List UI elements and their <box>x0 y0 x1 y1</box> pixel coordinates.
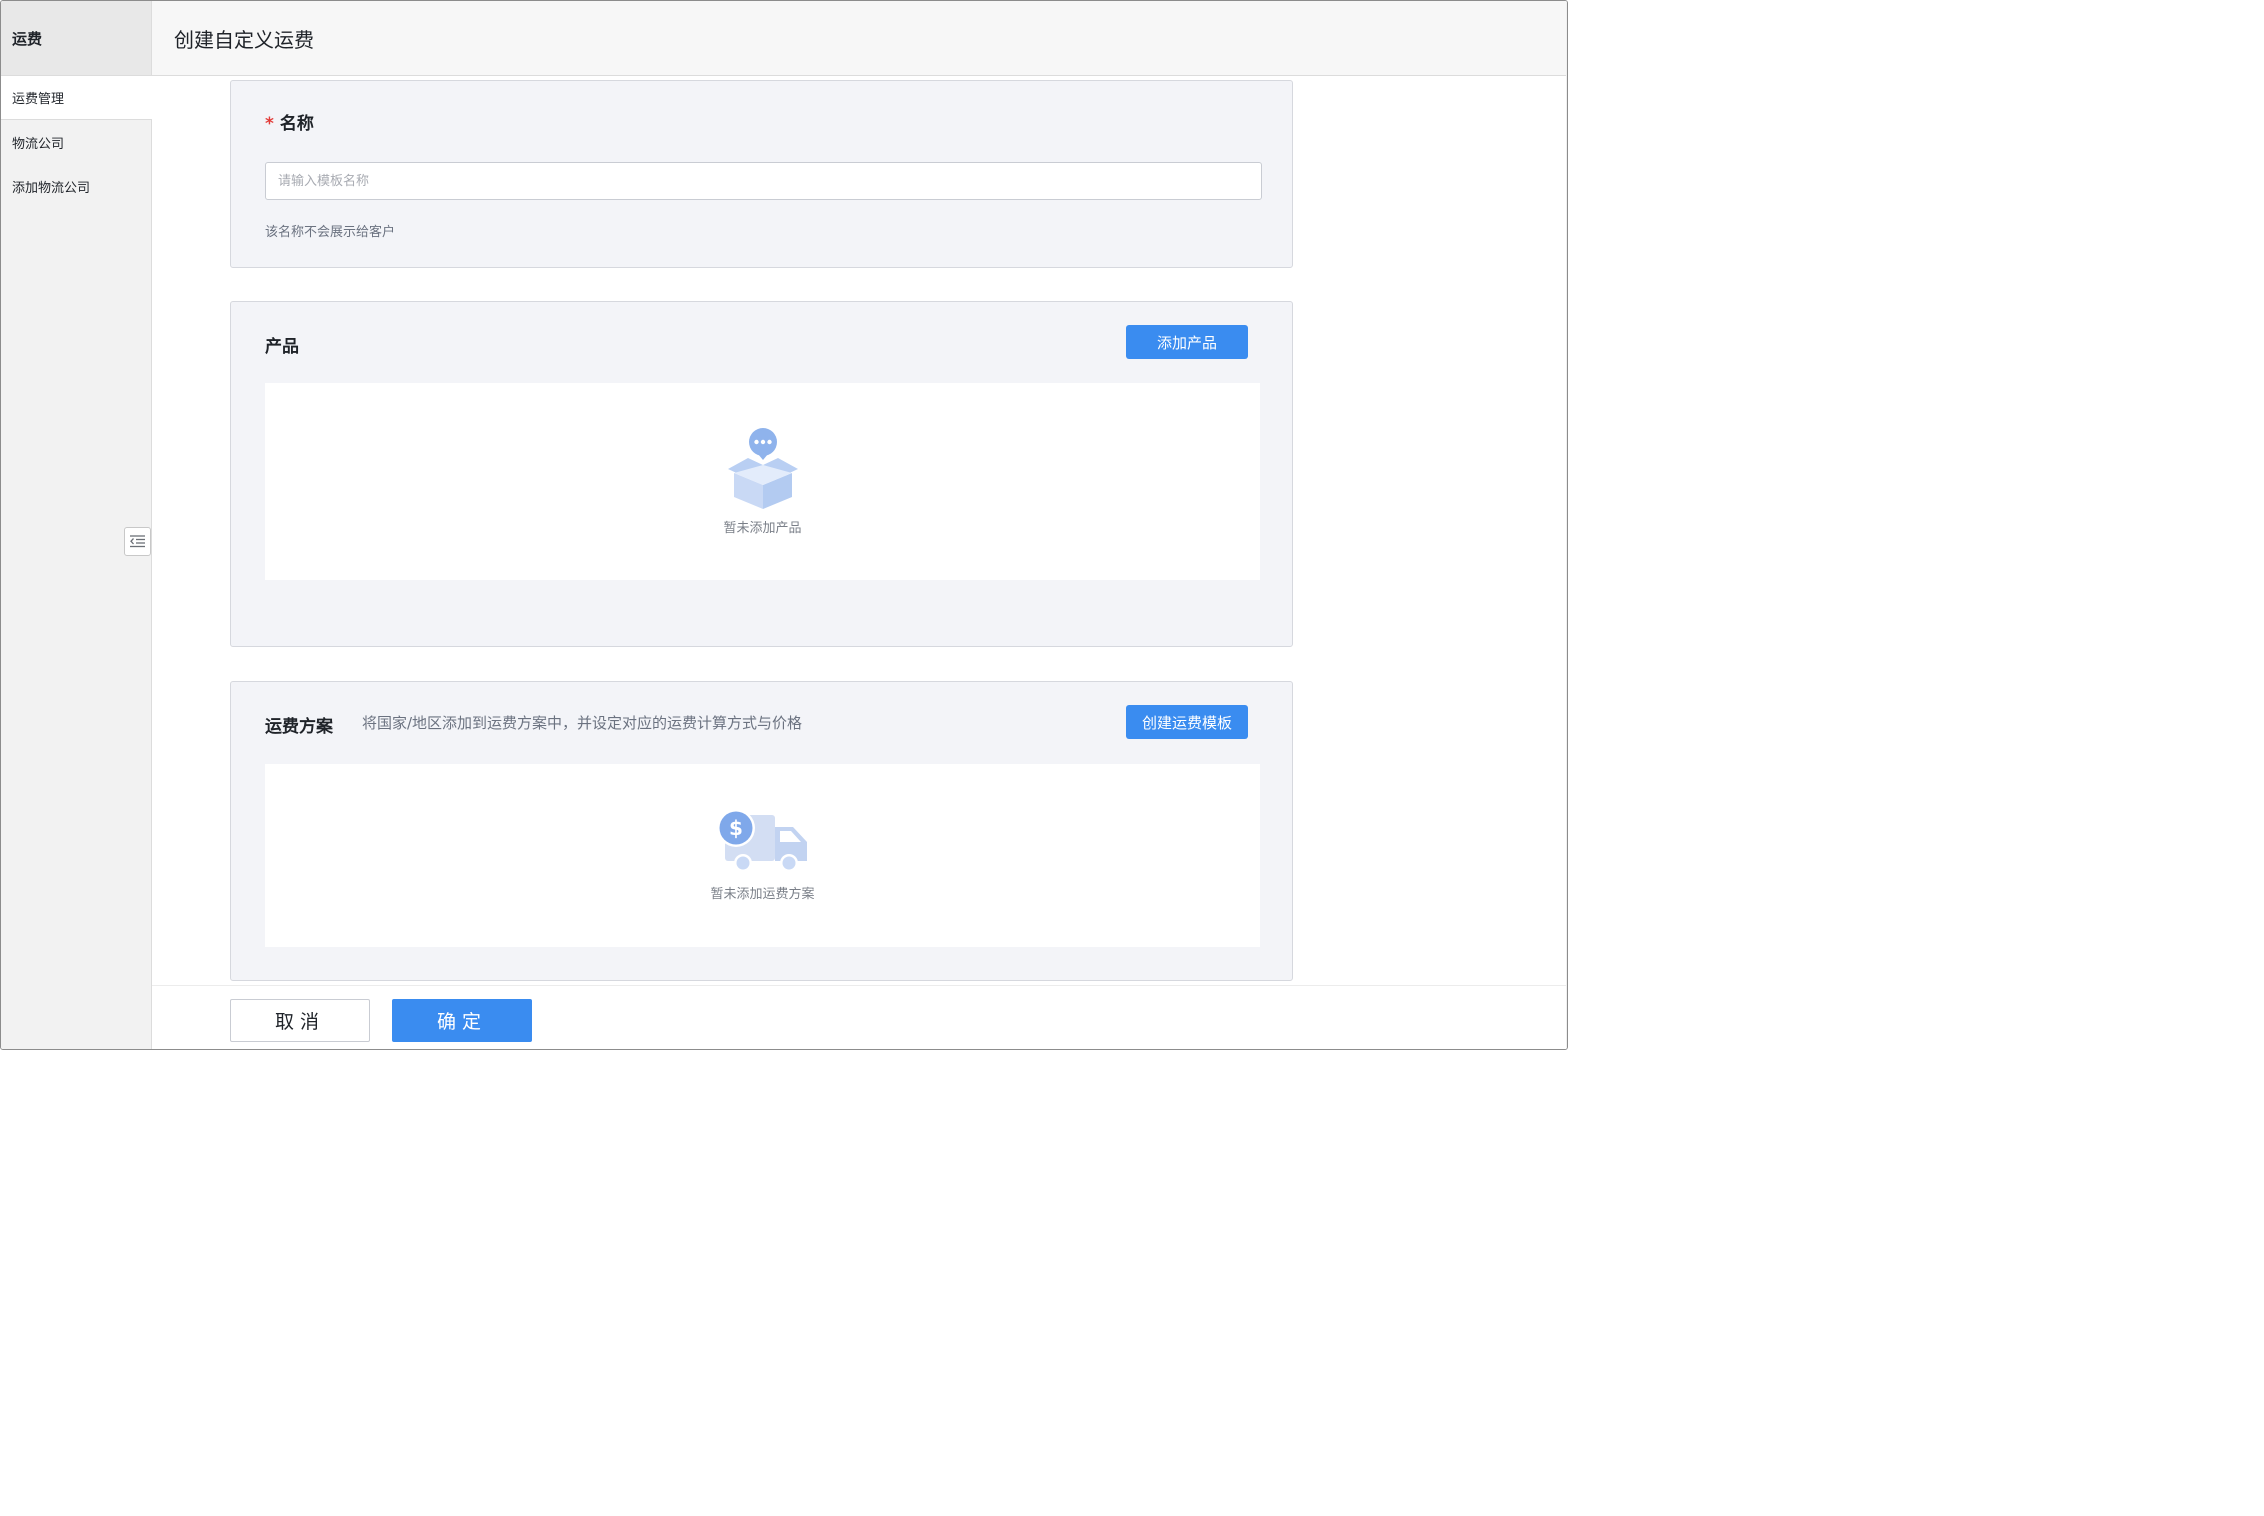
sidebar-item-logistics-company[interactable]: 物流公司 <box>1 120 151 164</box>
sidebar-item-label: 物流公司 <box>12 136 65 152</box>
product-empty-text: 暂未添加产品 <box>723 521 802 536</box>
sidebar-item-label: 运费管理 <box>12 92 65 107</box>
product-empty-state: 暂未添加产品 <box>265 383 1260 580</box>
product-section-title: 产品 <box>265 337 299 357</box>
app-window: 运费 运费管理 物流公司 添加物流公司 创建自定义运费 *名称 该名 <box>0 0 1568 1050</box>
shipping-plan-empty-state: $ 暂未添加运费方案 <box>265 764 1260 947</box>
shipping-plan-section-title: 运费方案 <box>265 717 333 737</box>
box-chat-icon <box>727 428 798 509</box>
truck-dollar-icon: $ <box>716 809 807 872</box>
sidebar-title: 运费 <box>1 1 151 76</box>
page-title: 创建自定义运费 <box>174 27 314 52</box>
confirm-button[interactable]: 确定 <box>392 999 532 1042</box>
name-help-text: 该名称不会展示给客户 <box>265 225 396 240</box>
shipping-plan-section-card: 运费方案 将国家/地区添加到运费方案中，并设定对应的运费计算方式与价格 创建运费… <box>230 681 1293 981</box>
template-name-input[interactable] <box>265 162 1262 200</box>
add-product-button[interactable]: 添加产品 <box>1126 325 1248 359</box>
create-shipping-template-button[interactable]: 创建运费模板 <box>1126 705 1248 739</box>
svg-text:$: $ <box>729 816 743 840</box>
sidebar-item-add-logistics-company[interactable]: 添加物流公司 <box>1 164 151 208</box>
name-section-card: *名称 该名称不会展示给客户 <box>230 80 1293 268</box>
form-footer: 取消 确定 <box>152 985 1566 1049</box>
page-scrollbar[interactable] <box>1566 1 1567 1049</box>
name-section-title: * 名称 <box>265 109 314 134</box>
shipping-plan-description: 将国家/地区添加到运费方案中，并设定对应的运费计算方式与价格 <box>362 714 803 732</box>
cancel-button[interactable]: 取消 <box>230 999 370 1042</box>
sidebar-item-shipping-management[interactable]: 运费管理 <box>1 76 152 120</box>
name-label: 名称 <box>279 114 314 134</box>
sidebar-item-label: 添加物流公司 <box>12 180 91 196</box>
sidebar-collapse-button[interactable] <box>124 527 151 556</box>
required-mark: * <box>265 114 274 134</box>
product-section-card: 产品 添加产品 暂未添加产品 <box>230 301 1293 647</box>
shipping-plan-empty-text: 暂未添加运费方案 <box>710 887 815 902</box>
page-header: 创建自定义运费 <box>152 1 1567 76</box>
indent-collapse-icon <box>130 535 145 548</box>
sidebar: 运费 运费管理 物流公司 添加物流公司 <box>1 1 152 1049</box>
